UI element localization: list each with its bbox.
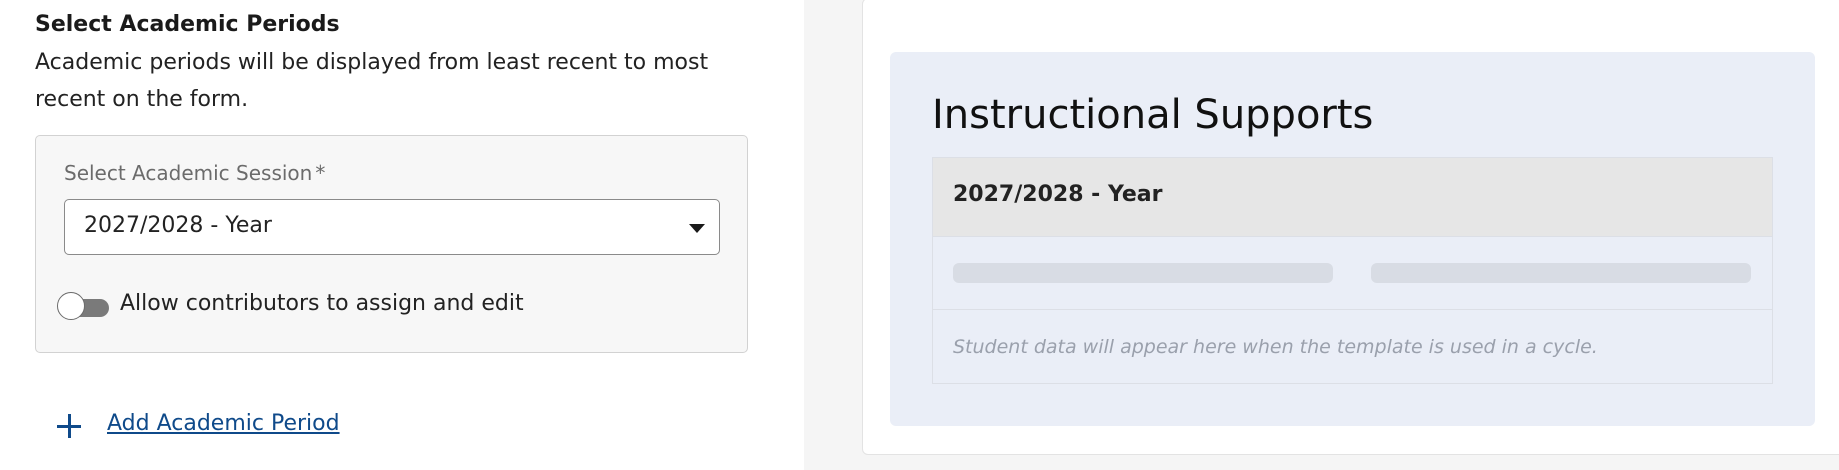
left-panel: Select Academic Periods Academic periods… [0, 0, 804, 470]
plus-icon [55, 412, 83, 440]
session-label-text: Select Academic Session [64, 161, 313, 185]
table-header: 2027/2028 - Year [933, 158, 1772, 237]
add-academic-period-link[interactable]: Add Academic Period [107, 411, 340, 436]
skeleton-bar [1371, 263, 1751, 283]
section-description: Academic periods will be displayed from … [35, 50, 709, 112]
academic-session-box: Select Academic Session * 2027/2028 - Yea… [35, 135, 748, 353]
toggle-label: Allow contributors to assign and edit [120, 291, 524, 316]
section-title: Select Academic Periods [35, 12, 340, 37]
table-header-text: 2027/2028 - Year [953, 182, 1163, 207]
toggle-knob [57, 292, 85, 320]
select-value: 2027/2028 - Year [84, 213, 272, 238]
empty-state-text: Student data will appear here when the t… [953, 336, 1598, 358]
academic-session-select[interactable]: 2027/2028 - Year [64, 199, 720, 255]
skeleton-bar [953, 263, 1333, 283]
contributors-toggle[interactable] [57, 291, 109, 321]
required-marker: * [315, 161, 326, 185]
session-field-label: Select Academic Session * [64, 161, 325, 185]
preview-title: Instructional Supports [932, 92, 1374, 138]
preview-table: 2027/2028 - Year Student data will appea… [932, 157, 1773, 384]
caret-down-icon [689, 224, 705, 233]
skeleton-row [933, 236, 1772, 310]
